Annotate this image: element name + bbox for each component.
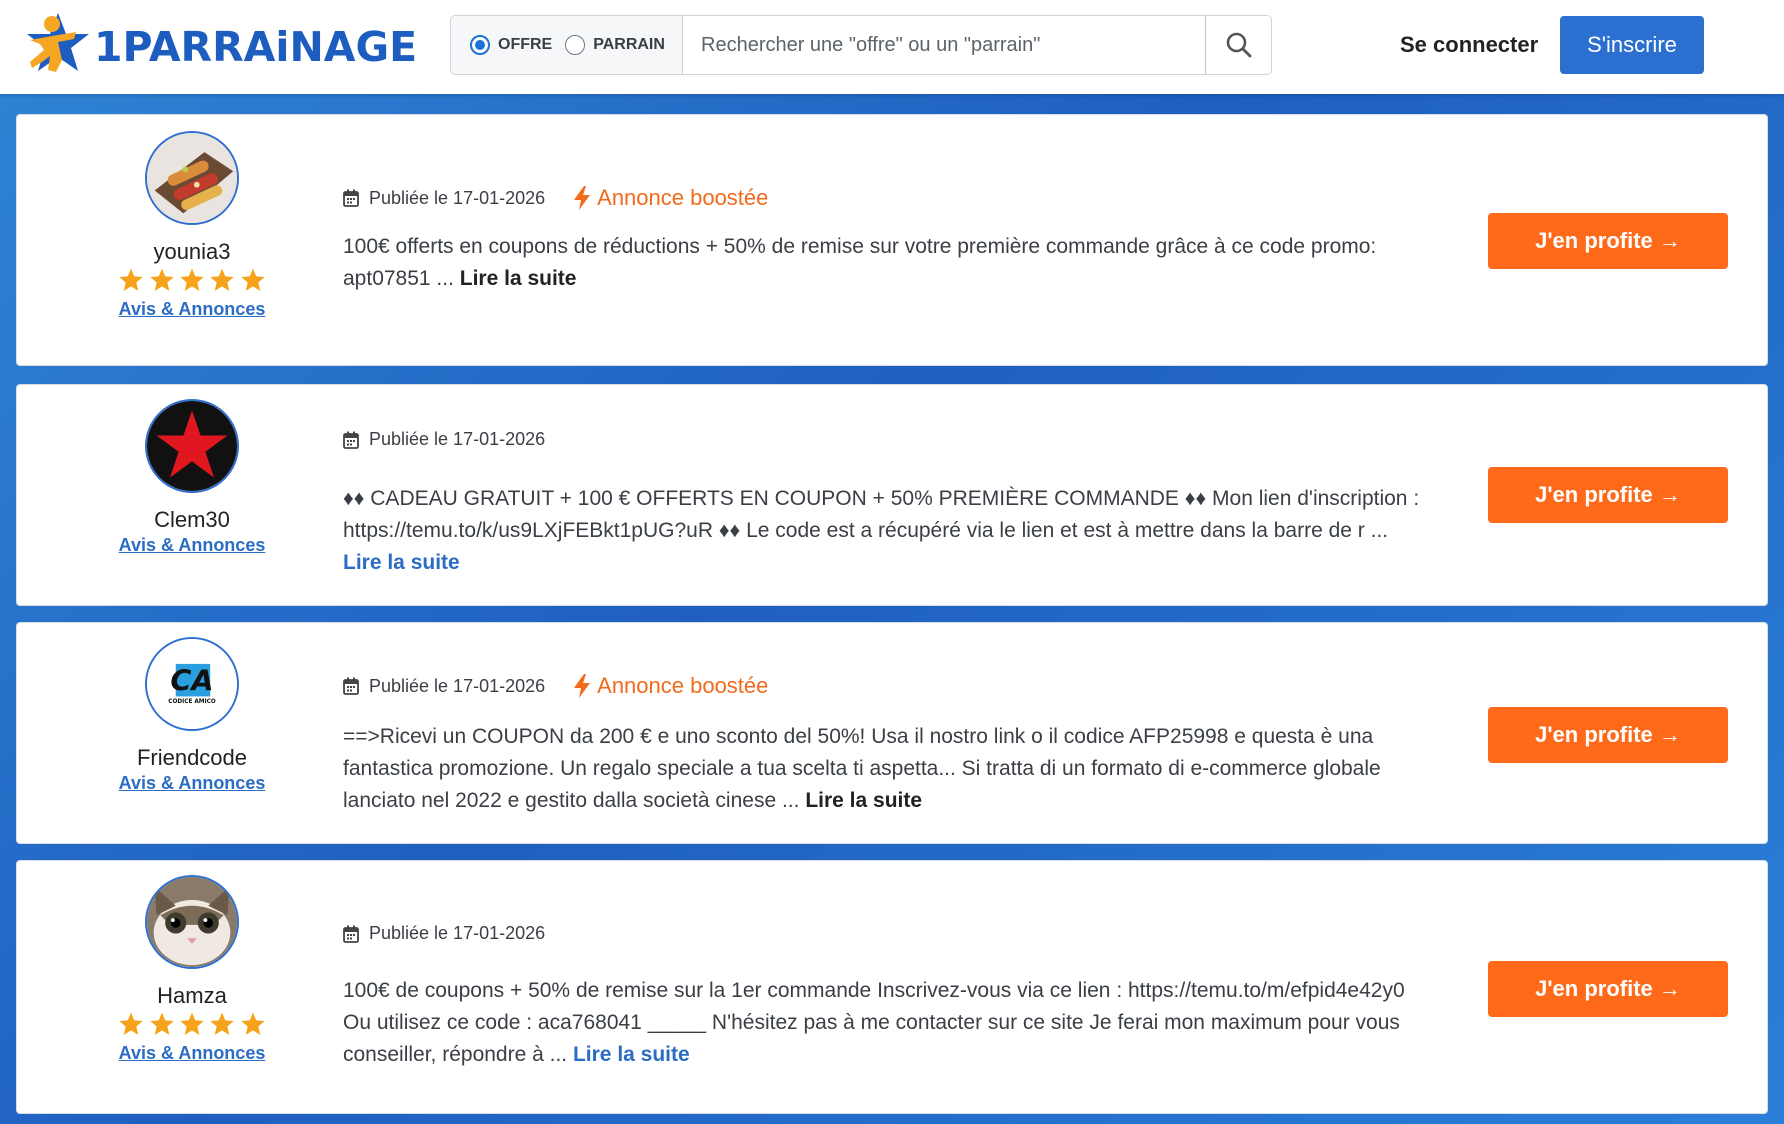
boosted-label: Annonce boostée [597,673,769,698]
logo-figure-icon [27,13,89,72]
pastries-avatar-icon[interactable] [145,131,239,225]
search-type-toggle: OFFRE PARRAIN [451,16,683,74]
radio-offre-circle[interactable] [470,35,490,55]
radio-offre-label: OFFRE [498,36,553,53]
user-block: Clem30 Avis & Annonces [77,399,307,556]
offer-description: ♦♦ CADEAU GRATUIT + 100 € OFFERTS EN COU… [343,483,1428,579]
rating-stars [77,1011,307,1041]
offer-card: younia3 Avis & Annonces Publiée le 17-01… [16,114,1768,366]
username: Friendcode [136,745,248,770]
user-block: younia3 Avis & Annonces [77,131,307,320]
avatar-subtext: CODICE AMICO [168,699,216,705]
star-icon [210,1012,235,1035]
offer-card: Hamza Avis & Annonces Publiée le 17-01-2… [16,860,1768,1114]
calendar-icon [343,189,359,207]
radio-offre[interactable]: OFFRE [470,35,552,55]
offer-description: 100€ de coupons + 50% de remise sur la 1… [343,975,1428,1071]
published-date: Publiée le 17-01-2026 [369,429,546,449]
cta-button[interactable]: J'en profite → [1488,213,1728,269]
avis-annonces-link[interactable]: Avis & Annonces [119,773,266,794]
published-date: Publiée le 17-01-2026 [369,675,546,696]
codice-amico-avatar-icon[interactable]: CA CODICE AMICO [145,637,239,731]
published-date: Publiée le 17-01-2026 [369,187,546,208]
read-more-link[interactable]: Lire la suite [343,551,460,574]
read-more-link[interactable]: Lire la suite [573,1043,690,1066]
avis-annonces-link[interactable]: Avis & Annonces [119,1043,266,1064]
top-navbar: 1PARRAiNAGE OFFRE PARRAIN Se connecter S… [0,0,1784,94]
username: Clem30 [154,507,230,532]
user-block: CA CODICE AMICO Friendcode Avis & Annonc… [77,637,307,794]
avis-annonces-link[interactable]: Avis & Annonces [119,299,266,320]
avatar-text: CA [170,664,213,698]
search-icon [1226,32,1251,58]
lightning-icon [574,674,591,698]
radio-parrain-label: PARRAIN [593,36,665,53]
username: Hamza [157,983,227,1008]
post-meta: Publiée le 17-01-2026 Annonce boostée [343,185,768,211]
cta-button[interactable]: J'en profite → [1488,707,1728,763]
login-link[interactable]: Se connecter [1400,32,1538,58]
description-text: 100€ de coupons + 50% de remise sur la 1… [343,979,1405,1066]
logo-text: 1PARRAiNAGE [94,23,418,71]
star-icon [210,268,235,291]
search-bar: OFFRE PARRAIN [450,15,1272,75]
boosted-label: Annonce boostée [597,185,769,210]
post-meta: Publiée le 17-01-2026 Annonce boostée [343,673,768,699]
published-date: Publiée le 17-01-2026 [369,923,546,943]
offer-card: Clem30 Avis & Annonces Publiée le 17-01-… [16,384,1768,606]
calendar-icon [343,677,359,695]
signup-button[interactable]: S'inscrire [1560,16,1704,74]
post-meta: Publiée le 17-01-2026 [343,923,545,944]
star-icon [149,268,174,291]
star-icon [241,268,265,291]
cta-button[interactable]: J'en profite → [1488,467,1728,523]
star-icon [241,1012,265,1035]
user-block: Hamza Avis & Annonces [77,875,307,1064]
star-icon [119,268,143,291]
star-icon [180,268,204,291]
offer-description: 100€ offerts en coupons de réductions + … [343,231,1428,295]
star-icon [149,1012,174,1035]
offer-card: CA CODICE AMICO Friendcode Avis & Annonc… [16,622,1768,844]
red-star-avatar-icon[interactable] [145,399,239,493]
avis-annonces-link[interactable]: Avis & Annonces [119,535,266,556]
cat-avatar-icon[interactable] [145,875,239,969]
lightning-icon [574,186,591,210]
site-logo[interactable]: 1PARRAiNAGE [18,10,417,80]
star-icon [119,1012,143,1035]
read-more-link[interactable]: Lire la suite [460,267,577,290]
boosted-badge: Annonce boostée [573,185,768,211]
boosted-badge: Annonce boostée [573,673,768,699]
username: younia3 [153,239,231,264]
radio-parrain-circle[interactable] [565,35,586,55]
read-more-link[interactable]: Lire la suite [805,789,922,812]
cta-button[interactable]: J'en profite → [1488,961,1728,1017]
search-button[interactable] [1205,16,1271,74]
offer-description: ==>Ricevi un COUPON da 200 € e uno scont… [343,721,1428,817]
search-input[interactable] [683,16,1205,74]
description-text: ♦♦ CADEAU GRATUIT + 100 € OFFERTS EN COU… [343,487,1420,542]
calendar-icon [343,925,359,943]
radio-parrain[interactable]: PARRAIN [565,35,665,55]
post-meta: Publiée le 17-01-2026 [343,429,545,450]
star-icon [180,1012,204,1035]
calendar-icon [343,431,359,449]
rating-stars [77,267,307,297]
